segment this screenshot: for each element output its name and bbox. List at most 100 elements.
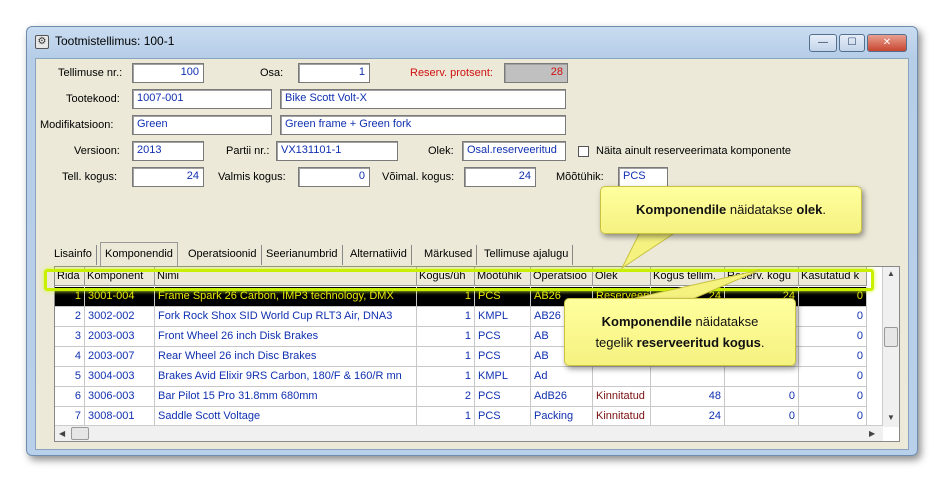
cell-komponent[interactable]: 3008-001 [85, 407, 155, 427]
scroll-down-icon[interactable]: ▼ [887, 413, 895, 422]
status-field[interactable]: Osal.reserveeritud [462, 141, 566, 161]
cell-rida[interactable]: 6 [55, 387, 85, 407]
cell-nimi[interactable]: Rear Wheel 26 inch Disc Brakes [155, 347, 417, 367]
tab-alternatiivid[interactable]: Alternatiivid [346, 245, 412, 265]
cell-komponent[interactable]: 2003-003 [85, 327, 155, 347]
title-bar[interactable]: ⚙ Tootmistellimus: 100-1 — ☐ ✕ [27, 27, 917, 57]
version-field[interactable]: 2013 [132, 141, 204, 161]
col-kogus-uh[interactable]: Kogus/üh [417, 267, 475, 286]
product-name-field[interactable]: Bike Scott Volt-X [280, 89, 566, 109]
col-olek[interactable]: Olek [593, 267, 651, 286]
order-number-field[interactable]: 100 [132, 63, 204, 83]
cell-reserv-kogus[interactable] [725, 367, 799, 387]
cell-komponent[interactable]: 3006-003 [85, 387, 155, 407]
cell-nimi[interactable]: Brakes Avid Elixir 9RS Carbon, 180/F & 1… [155, 367, 417, 387]
reserve-percent-field: 28 [504, 63, 568, 83]
scroll-left-icon[interactable]: ◀ [59, 429, 65, 438]
cell-mootuhik[interactable]: KMPL [475, 307, 531, 327]
cell-nimi[interactable]: Frame Spark 26 Carbon, IMP3 technology, … [155, 287, 417, 307]
cell-kogus-uh[interactable]: 1 [417, 287, 475, 307]
cell-nimi[interactable]: Fork Rock Shox SID World Cup RLT3 Air, D… [155, 307, 417, 327]
tab-markused[interactable]: Märkused [420, 245, 478, 265]
cell-operatsioon[interactable]: Packing [531, 407, 593, 427]
modification-name-field[interactable]: Green frame + Green fork [280, 115, 566, 135]
tab-tellimuse-ajalugu[interactable]: Tellimuse ajalugu [480, 245, 574, 265]
col-kasutatud[interactable]: Kasutatud k [799, 267, 867, 286]
cell-komponent[interactable]: 3001-004 [85, 287, 155, 307]
col-mootuhik[interactable]: Mõõtühik [475, 267, 531, 286]
cell-kogus-uh[interactable]: 1 [417, 327, 475, 347]
col-komponent[interactable]: Komponent [85, 267, 155, 286]
cell-olek[interactable]: Kinnitatud [593, 387, 651, 407]
cell-rida[interactable]: 3 [55, 327, 85, 347]
minimize-button[interactable]: — [809, 34, 837, 52]
horizontal-scroll-thumb[interactable] [71, 427, 89, 440]
cell-kogus-uh[interactable]: 2 [417, 387, 475, 407]
col-kogus-tellim[interactable]: Kogus tellim. [651, 267, 725, 286]
possible-quantity-field[interactable]: 24 [464, 167, 536, 187]
cell-mootuhik[interactable]: PCS [475, 327, 531, 347]
cell-olek[interactable] [593, 367, 651, 387]
cell-kasutatud[interactable]: 0 [799, 287, 867, 307]
product-code-field[interactable]: 1007-001 [132, 89, 272, 109]
vertical-scrollbar[interactable]: ▲ ▼ [882, 267, 899, 427]
cell-rida[interactable]: 7 [55, 407, 85, 427]
cell-mootuhik[interactable]: KMPL [475, 367, 531, 387]
col-operatsioon[interactable]: Operatsioo [531, 267, 593, 286]
scroll-right-icon[interactable]: ▶ [869, 429, 875, 438]
cell-mootuhik[interactable]: PCS [475, 347, 531, 367]
cell-kogus-tellim[interactable]: 24 [651, 407, 725, 427]
cell-nimi[interactable]: Saddle Scott Voltage [155, 407, 417, 427]
scroll-up-icon[interactable]: ▲ [887, 269, 895, 278]
cell-nimi[interactable]: Bar Pilot 15 Pro 31.8mm 680mm [155, 387, 417, 407]
cell-kogus-tellim[interactable] [651, 367, 725, 387]
cell-nimi[interactable]: Front Wheel 26 inch Disk Brakes [155, 327, 417, 347]
cell-kasutatud[interactable]: 0 [799, 367, 867, 387]
cell-rida[interactable]: 5 [55, 367, 85, 387]
cell-komponent[interactable]: 2003-007 [85, 347, 155, 367]
modification-field[interactable]: Green [132, 115, 272, 135]
vertical-scroll-thumb[interactable] [884, 327, 898, 347]
tab-operatsioonid[interactable]: Operatsioonid [184, 245, 262, 265]
horizontal-scrollbar[interactable]: ◀ ▶ [55, 425, 883, 441]
reserved-callout-text-1: näidatakse [691, 314, 759, 329]
cell-kogus-uh[interactable]: 1 [417, 347, 475, 367]
order-quantity-field[interactable]: 24 [132, 167, 204, 187]
cell-operatsioon[interactable]: AdB26 [531, 387, 593, 407]
cell-olek[interactable]: Kinnitatud [593, 407, 651, 427]
cell-kogus-uh[interactable]: 1 [417, 367, 475, 387]
cell-kogus-tellim[interactable]: 48 [651, 387, 725, 407]
unit-field[interactable]: PCS [618, 167, 668, 187]
batch-number-field[interactable]: VX131101-1 [276, 141, 398, 161]
cell-kasutatud[interactable]: 0 [799, 307, 867, 327]
cell-rida[interactable]: 4 [55, 347, 85, 367]
cell-rida[interactable]: 1 [55, 287, 85, 307]
tab-lisainfo[interactable]: Lisainfo [50, 245, 97, 265]
maximize-button[interactable]: ☐ [839, 34, 865, 52]
cell-kogus-uh[interactable]: 1 [417, 407, 475, 427]
col-rida[interactable]: Rida [55, 267, 85, 286]
status-callout-bold-1: Komponendile [635, 202, 727, 217]
cell-operatsioon[interactable]: Ad [531, 367, 593, 387]
cell-reserv-kogus[interactable]: 0 [725, 387, 799, 407]
completed-quantity-field[interactable]: 0 [298, 167, 370, 187]
cell-rida[interactable]: 2 [55, 307, 85, 327]
col-reserv-kogus[interactable]: Reserv. kogu [725, 267, 799, 286]
cell-mootuhik[interactable]: PCS [475, 387, 531, 407]
cell-mootuhik[interactable]: PCS [475, 287, 531, 307]
cell-reserv-kogus[interactable]: 0 [725, 407, 799, 427]
part-field[interactable]: 1 [298, 63, 370, 83]
cell-kasutatud[interactable]: 0 [799, 347, 867, 367]
tab-seerianumbrid[interactable]: Seerianumbrid [262, 245, 343, 265]
cell-kasutatud[interactable]: 0 [799, 387, 867, 407]
cell-kogus-uh[interactable]: 1 [417, 307, 475, 327]
close-button[interactable]: ✕ [867, 34, 907, 52]
tab-komponendid[interactable]: Komponendid [100, 242, 178, 266]
cell-mootuhik[interactable]: PCS [475, 407, 531, 427]
show-unreserved-checkbox[interactable] [578, 146, 589, 157]
cell-komponent[interactable]: 3002-002 [85, 307, 155, 327]
cell-komponent[interactable]: 3004-003 [85, 367, 155, 387]
cell-kasutatud[interactable]: 0 [799, 407, 867, 427]
col-nimi[interactable]: Nimi [155, 267, 417, 286]
cell-kasutatud[interactable]: 0 [799, 327, 867, 347]
